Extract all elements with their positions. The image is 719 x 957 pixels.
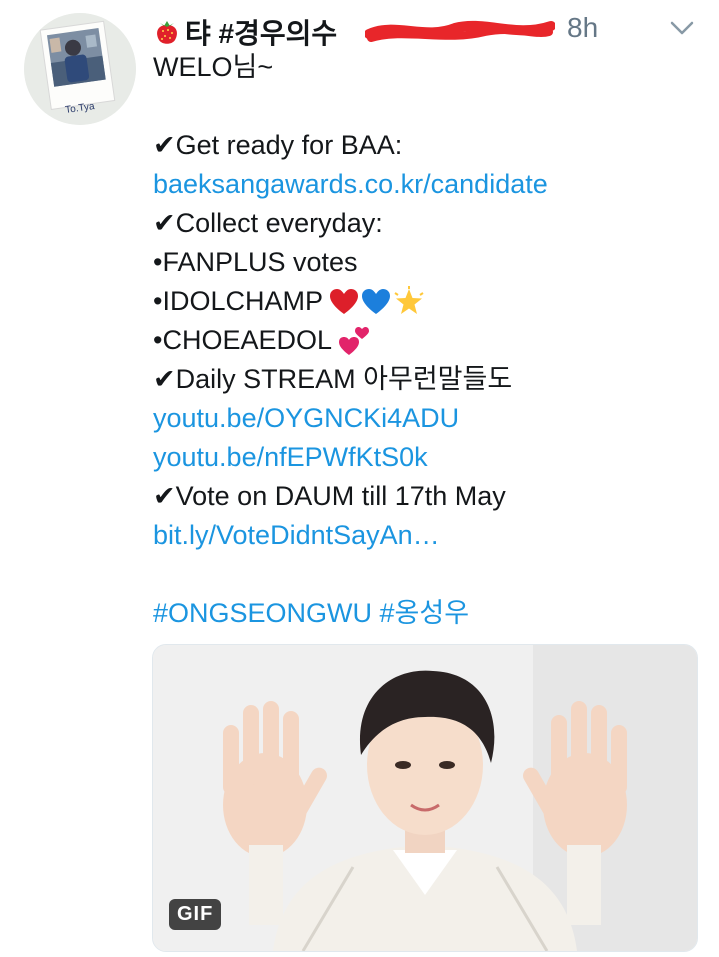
tweet-line: ✔Daily STREAM 아무런말들도 — [153, 364, 513, 394]
tweet-link[interactable]: baeksangawards.co.kr/candidate — [153, 165, 693, 204]
tweet-line: •FANPLUS votes — [153, 247, 358, 277]
strawberry-icon — [153, 17, 181, 47]
red-heart-icon — [329, 288, 359, 316]
tweet-link[interactable]: bit.ly/VoteDidntSayAn… — [153, 516, 693, 555]
handle-redaction — [364, 18, 556, 46]
display-name-text: 탸 #경우의수 — [185, 18, 338, 49]
person-waving-image — [153, 645, 697, 951]
tweet-line: •IDOLCHAMP — [153, 282, 693, 321]
gif-media[interactable]: GIF — [152, 644, 698, 952]
tweet-line: ✔Get ready for BAA: — [153, 130, 403, 160]
chevron-down-icon[interactable] — [669, 18, 695, 38]
hashtags[interactable]: #ONGSEONGWU #옹성우 — [153, 594, 693, 633]
tweet-link[interactable]: youtu.be/OYGNCKi4ADU — [153, 399, 693, 438]
tweet-header: 탸 #경우의수 8h — [153, 8, 713, 49]
two-hearts-icon — [338, 325, 370, 357]
tweet-link[interactable]: youtu.be/nfEPWfKtS0k — [153, 438, 693, 477]
tweet-line: •CHOEAEDOL — [153, 321, 693, 360]
tweet-line: ✔Vote on DAUM till 17th May — [153, 481, 506, 511]
tweet-line: ✔Collect everyday: — [153, 208, 383, 238]
timestamp[interactable]: 8h — [567, 12, 598, 44]
glowing-star-icon — [393, 285, 425, 318]
tweet-line: WELO님~ — [153, 52, 274, 82]
blue-heart-icon — [361, 288, 391, 316]
avatar[interactable]: To.Tya — [24, 13, 136, 125]
gif-badge: GIF — [169, 899, 222, 930]
tweet-text: WELO님~ ✔Get ready for BAA: baeksangaward… — [153, 48, 693, 633]
display-name[interactable]: 탸 #경우의수 — [153, 12, 337, 52]
